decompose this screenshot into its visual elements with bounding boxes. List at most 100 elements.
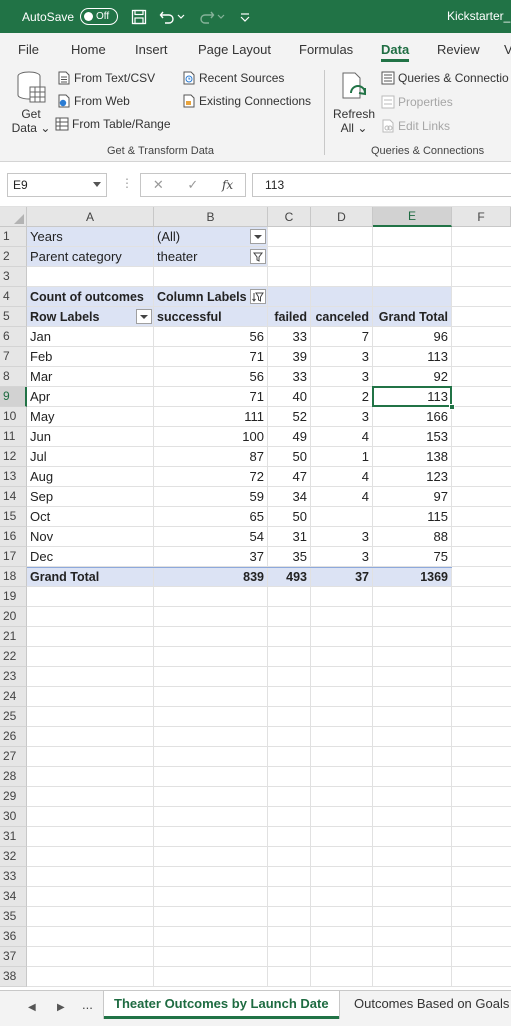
enter-icon[interactable]: ✓ xyxy=(187,177,198,193)
row-header[interactable]: 26 xyxy=(0,727,27,747)
row-header[interactable]: 34 xyxy=(0,887,27,907)
pivot-row-label[interactable]: Mar xyxy=(30,367,152,387)
pivot-row-label[interactable]: Jun xyxy=(30,427,152,447)
name-box[interactable]: E9 xyxy=(7,173,107,197)
save-icon[interactable] xyxy=(130,8,148,26)
row-header[interactable]: 7 xyxy=(0,347,27,367)
formula-input[interactable]: 113 xyxy=(252,173,511,197)
get-data-button[interactable]: Get Data ⌄ xyxy=(8,71,54,139)
undo-dropdown-icon[interactable] xyxy=(176,8,186,26)
column-header[interactable]: B xyxy=(154,207,268,227)
pivot-cell-canceled[interactable]: 3 xyxy=(314,367,371,387)
pivot-cell-failed[interactable]: 52 xyxy=(271,407,309,427)
pivot-cell-total[interactable]: 113 xyxy=(376,347,450,367)
row-header[interactable]: 29 xyxy=(0,787,27,807)
column-header[interactable]: D xyxy=(311,207,373,227)
row-header[interactable]: 35 xyxy=(0,907,27,927)
row-header[interactable]: 36 xyxy=(0,927,27,947)
edit-links-button[interactable]: Edit Links xyxy=(381,119,450,133)
row-header[interactable]: 15 xyxy=(0,507,27,527)
pivot-cell-successful[interactable]: 111 xyxy=(157,407,266,427)
tab-file[interactable]: File xyxy=(18,42,39,57)
row-header[interactable]: 17 xyxy=(0,547,27,567)
pivot-cell-total[interactable]: 123 xyxy=(376,467,450,487)
autosave-toggle[interactable]: Off xyxy=(80,8,118,25)
pivot-cell-failed[interactable]: 33 xyxy=(271,327,309,347)
tab-review[interactable]: Review xyxy=(437,42,480,57)
tab-data[interactable]: Data xyxy=(381,42,410,62)
pivot-header-failed[interactable]: failed xyxy=(271,307,309,327)
row-header[interactable]: 12 xyxy=(0,447,27,467)
grand-total-label[interactable]: Grand Total xyxy=(30,567,152,587)
filter-label-parent[interactable]: Parent category xyxy=(30,247,152,267)
row-header[interactable]: 13 xyxy=(0,467,27,487)
pivot-cell-canceled[interactable]: 3 xyxy=(314,407,371,427)
pivot-cell-successful[interactable]: 56 xyxy=(157,367,266,387)
undo-icon[interactable] xyxy=(158,8,176,26)
properties-button[interactable]: Properties xyxy=(381,95,453,109)
tab-page-layout[interactable]: Page Layout xyxy=(198,42,271,57)
row-header[interactable]: 32 xyxy=(0,847,27,867)
pivot-cell-total[interactable]: 92 xyxy=(376,367,450,387)
grand-total-total[interactable]: 1369 xyxy=(376,567,450,587)
parent-category-filter-dropdown[interactable] xyxy=(250,249,266,264)
row-header[interactable]: 5 xyxy=(0,307,27,327)
from-web-button[interactable]: From Web xyxy=(57,94,130,108)
column-labels-filter-dropdown[interactable] xyxy=(250,289,266,304)
row-header[interactable]: 9 xyxy=(0,387,27,407)
pivot-row-label[interactable]: May xyxy=(30,407,152,427)
pivot-cell-total[interactable]: 96 xyxy=(376,327,450,347)
row-header[interactable]: 25 xyxy=(0,707,27,727)
redo-dropdown-icon[interactable] xyxy=(216,8,226,26)
pivot-row-label[interactable]: Feb xyxy=(30,347,152,367)
name-box-dropdown-icon[interactable] xyxy=(93,182,101,187)
pivot-cell-successful[interactable]: 59 xyxy=(157,487,266,507)
pivot-row-label[interactable]: Nov xyxy=(30,527,152,547)
select-all-button[interactable] xyxy=(0,207,27,227)
pivot-cell-canceled[interactable]: 1 xyxy=(314,447,371,467)
pivot-cell-canceled[interactable]: 3 xyxy=(314,347,371,367)
row-header[interactable]: 8 xyxy=(0,367,27,387)
row-header[interactable]: 37 xyxy=(0,947,27,967)
customize-toolbar-icon[interactable] xyxy=(236,8,254,26)
pivot-cell-canceled[interactable]: 4 xyxy=(314,487,371,507)
column-header[interactable]: C xyxy=(268,207,311,227)
pivot-cell-total[interactable]: 166 xyxy=(376,407,450,427)
row-labels-filter-dropdown[interactable] xyxy=(136,309,152,324)
row-header[interactable]: 21 xyxy=(0,627,27,647)
row-header[interactable]: 20 xyxy=(0,607,27,627)
redo-icon[interactable] xyxy=(198,8,216,26)
row-header[interactable]: 10 xyxy=(0,407,27,427)
column-header[interactable]: F xyxy=(452,207,511,227)
pivot-header-canceled[interactable]: canceled xyxy=(314,307,371,327)
pivot-cell-total[interactable]: 88 xyxy=(376,527,450,547)
refresh-all-button[interactable]: Refresh All ⌄ xyxy=(333,71,375,139)
row-header[interactable]: 14 xyxy=(0,487,27,507)
row-header[interactable]: 19 xyxy=(0,587,27,607)
pivot-cell-successful[interactable]: 56 xyxy=(157,327,266,347)
tab-view[interactable]: V xyxy=(504,42,511,57)
sheet-tab-outcomes-goals[interactable]: Outcomes Based on Goals xyxy=(344,991,511,1019)
filter-label-years[interactable]: Years xyxy=(30,227,152,247)
pivot-cell-successful[interactable]: 37 xyxy=(157,547,266,567)
scroll-tabs-left-icon[interactable]: ◀ xyxy=(28,1002,36,1013)
recent-sources-button[interactable]: Recent Sources xyxy=(182,71,284,85)
pivot-cell-canceled[interactable]: 4 xyxy=(314,427,371,447)
pivot-cell-failed[interactable]: 39 xyxy=(271,347,309,367)
from-text-csv-button[interactable]: From Text/CSV xyxy=(57,71,155,85)
pivot-cell-canceled[interactable] xyxy=(314,507,371,527)
row-header[interactable]: 16 xyxy=(0,527,27,547)
pivot-cell-failed[interactable]: 50 xyxy=(271,507,309,527)
pivot-count-label[interactable]: Count of outcomes xyxy=(30,287,152,307)
pivot-cell-canceled[interactable]: 7 xyxy=(314,327,371,347)
row-header[interactable]: 4 xyxy=(0,287,27,307)
pivot-cell-canceled[interactable]: 3 xyxy=(314,527,371,547)
pivot-row-label[interactable]: Jul xyxy=(30,447,152,467)
pivot-cell-failed[interactable]: 35 xyxy=(271,547,309,567)
pivot-cell-total[interactable]: 115 xyxy=(376,507,450,527)
row-header[interactable]: 6 xyxy=(0,327,27,347)
pivot-row-label[interactable]: Dec xyxy=(30,547,152,567)
active-cell-selection[interactable] xyxy=(372,386,452,407)
pivot-cell-failed[interactable]: 50 xyxy=(271,447,309,467)
row-header[interactable]: 18 xyxy=(0,567,27,587)
